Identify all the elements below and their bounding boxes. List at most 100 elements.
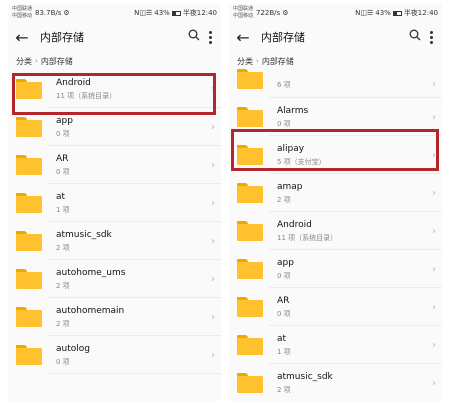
chevron-right-icon: › xyxy=(432,301,436,313)
page-title: 内部存储 xyxy=(40,31,84,44)
notification-icon: ⚙ xyxy=(63,9,70,17)
back-arrow-icon[interactable]: ← xyxy=(12,28,32,47)
breadcrumb-current[interactable]: 内部存储 xyxy=(262,56,294,67)
folder-icon xyxy=(16,231,42,251)
folder-name: alipay xyxy=(277,144,305,154)
list-item[interactable]: alipay 5 项（支付宝） › xyxy=(229,136,442,174)
folder-icon xyxy=(237,107,263,127)
folder-icon xyxy=(16,345,42,365)
breadcrumb-root[interactable]: 分类 xyxy=(16,56,32,67)
breadcrumb-current[interactable]: 内部存储 xyxy=(41,56,73,67)
folder-icon xyxy=(237,145,263,165)
folder-icon xyxy=(237,373,263,393)
carrier-labels: 中国联通 中国移动 xyxy=(12,6,32,20)
folder-name: app xyxy=(277,258,294,268)
list-item[interactable]: autohome_ums 2 项 › xyxy=(8,260,221,298)
more-options-icon[interactable] xyxy=(424,30,438,44)
folder-icon xyxy=(16,269,42,289)
chevron-right-icon: › xyxy=(211,349,215,361)
folder-item-count: 0 项 xyxy=(56,168,70,176)
folder-item-count: 6 项 xyxy=(277,81,291,89)
list-item[interactable]: amap 2 项 › xyxy=(229,174,442,212)
carrier-2: 中国移动 xyxy=(12,13,33,19)
app-bar: ← 内部存储 xyxy=(229,22,442,52)
folder-icon xyxy=(16,117,42,137)
search-icon[interactable] xyxy=(406,29,424,45)
chevron-right-icon: › xyxy=(211,159,215,171)
folder-item-count: 0 项 xyxy=(56,358,70,366)
search-icon[interactable] xyxy=(185,29,203,45)
clock: 半夜12:40 xyxy=(403,9,438,17)
back-arrow-icon[interactable]: ← xyxy=(233,28,253,47)
carrier-1: 中国联通 xyxy=(12,6,33,12)
file-list: Android 11 项（系统目录） › app 0 项 › AR 0 项 › at 1 项 › atm… xyxy=(8,70,221,374)
app-bar: ← 内部存储 xyxy=(8,22,221,52)
folder-item-count: 2 项 xyxy=(56,282,70,290)
folder-item-count: 2 项 xyxy=(277,386,291,394)
list-item[interactable]: app 0 项 › xyxy=(8,108,221,146)
chevron-right-icon: › xyxy=(432,263,436,275)
folder-item-count: 11 项（系统目录） xyxy=(277,234,338,242)
list-item[interactable]: Android 11 项（系统目录） › xyxy=(229,212,442,250)
chevron-right-icon: › xyxy=(211,197,215,209)
folder-item-count: 11 项（系统目录） xyxy=(56,92,117,100)
folder-name: atmusic_sdk xyxy=(56,230,112,240)
list-item[interactable]: atmusic_sdk 2 项 › xyxy=(229,364,442,401)
list-item[interactable]: AR 0 项 › xyxy=(229,288,442,326)
network-speed: 722B/s xyxy=(256,9,281,17)
battery-icon xyxy=(171,10,181,16)
battery-percent: 43% xyxy=(375,9,391,17)
folder-name: autolog xyxy=(56,344,90,354)
chevron-right-icon: › xyxy=(432,377,436,389)
folder-name: Android xyxy=(56,78,91,88)
more-options-icon[interactable] xyxy=(203,30,217,44)
folder-name: AR xyxy=(277,296,290,306)
list-item[interactable]: at 1 项 › xyxy=(229,326,442,364)
list-item[interactable]: autohomemain 2 项 › xyxy=(8,298,221,336)
list-item[interactable]: Android 11 项（系统目录） › xyxy=(8,70,221,108)
notification-icon: ⚙ xyxy=(282,9,289,17)
page-title: 内部存储 xyxy=(261,31,305,44)
status-bar: 中国联通 中国移动 722B/s ⚙ N◫☰ 43% 半夜12:40 xyxy=(229,4,442,22)
folder-item-count: 0 项 xyxy=(277,120,291,128)
chevron-right-icon: › xyxy=(432,187,436,199)
right-screen: 中国联通 中国移动 722B/s ⚙ N◫☰ 43% 半夜12:40 ← 内部存… xyxy=(229,4,442,401)
folder-item-count: 0 项 xyxy=(56,130,70,138)
list-item[interactable]: AR 0 项 › xyxy=(8,146,221,184)
carrier-2: 中国移动 xyxy=(233,13,254,19)
signal-icon: N◫☰ xyxy=(355,9,374,17)
list-item[interactable]: 6 项 › xyxy=(229,69,442,98)
battery-percent: 43% xyxy=(154,9,170,17)
folder-item-count: 1 项 xyxy=(56,206,70,214)
chevron-right-icon: › xyxy=(211,311,215,323)
folder-icon xyxy=(16,79,42,99)
chevron-right-icon: › xyxy=(211,83,215,95)
folder-icon xyxy=(237,335,263,355)
chevron-right-icon: › xyxy=(432,78,436,90)
breadcrumb-root[interactable]: 分类 xyxy=(237,56,253,67)
list-item[interactable]: autolog 0 项 › xyxy=(8,336,221,374)
breadcrumb: 分类 › 内部存储 xyxy=(229,52,442,70)
folder-name: app xyxy=(56,116,73,126)
chevron-right-icon: › xyxy=(432,225,436,237)
list-item[interactable]: Alarms 0 项 › xyxy=(229,98,442,136)
chevron-right-icon: › xyxy=(432,339,436,351)
list-item[interactable]: atmusic_sdk 2 项 › xyxy=(8,222,221,260)
network-speed: 83.7B/s xyxy=(35,9,62,17)
folder-name: at xyxy=(277,334,287,344)
breadcrumb-separator-icon: › xyxy=(35,57,38,65)
folder-icon xyxy=(16,307,42,327)
folder-icon xyxy=(16,155,42,175)
folder-item-count: 2 项 xyxy=(56,244,70,252)
chevron-right-icon: › xyxy=(211,273,215,285)
breadcrumb: 分类 › 内部存储 xyxy=(8,52,221,70)
list-item[interactable]: app 0 项 › xyxy=(229,250,442,288)
folder-name: Alarms xyxy=(277,106,309,116)
folder-name: autohomemain xyxy=(56,306,125,316)
folder-icon xyxy=(16,193,42,213)
folder-name: autohome_ums xyxy=(56,268,126,278)
list-item[interactable]: at 1 项 › xyxy=(8,184,221,222)
carrier-1: 中国联通 xyxy=(233,6,254,12)
folder-item-count: 0 项 xyxy=(277,272,291,280)
folder-icon xyxy=(237,183,263,203)
